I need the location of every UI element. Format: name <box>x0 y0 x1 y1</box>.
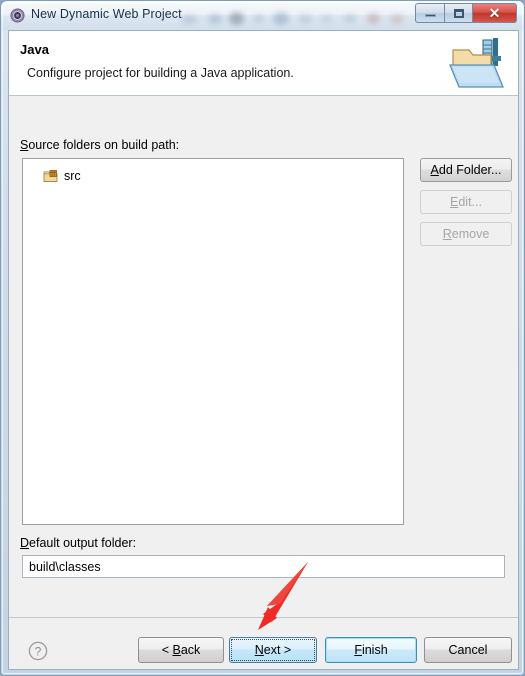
output-folder-input[interactable]: build\classes <box>22 555 505 578</box>
output-folder-label: Default output folder: <box>20 536 137 550</box>
help-question-icon[interactable]: ? <box>28 641 48 661</box>
edit-button: Edit... <box>420 190 512 214</box>
wizard-window: New Dynamic Web Project ✕ Java Configure… <box>0 0 525 676</box>
page-title: Java <box>20 42 49 57</box>
close-button[interactable]: ✕ <box>473 3 517 23</box>
glass-blur-blob <box>344 14 356 23</box>
restore-icon <box>453 8 464 18</box>
restore-button[interactable] <box>444 3 473 23</box>
source-folder-icon <box>43 169 58 182</box>
source-folders-label: Source folders on build path: <box>20 138 180 152</box>
close-icon: ✕ <box>488 5 501 21</box>
source-folders-list[interactable]: src <box>22 158 404 525</box>
glass-blur-blob <box>299 14 312 24</box>
glass-blur-blob <box>181 15 197 24</box>
list-item[interactable]: src <box>43 167 81 184</box>
add-folder-button[interactable]: Add Folder... <box>420 158 512 182</box>
next-button[interactable]: Next > <box>229 637 317 663</box>
glass-blur-blob <box>367 13 380 24</box>
glass-blur-blob <box>273 12 289 25</box>
svg-text:?: ? <box>35 644 42 658</box>
wizard-header: Java Configure project for building a Ja… <box>9 31 518 96</box>
focus-ring <box>231 639 315 661</box>
glass-blur-blob <box>229 12 244 25</box>
back-button[interactable]: < Back <box>138 637 224 663</box>
minimize-icon <box>424 14 436 17</box>
output-folder-value: build\classes <box>29 559 101 574</box>
wizard-body: Source folders on build path: src Add Fo… <box>9 96 518 617</box>
open-folder-wizard-icon <box>449 38 504 88</box>
window-title: New Dynamic Web Project <box>31 7 182 21</box>
glass-blur-blob <box>321 15 333 23</box>
minimize-button[interactable] <box>415 3 444 23</box>
dialog-client-area: Java Configure project for building a Ja… <box>8 30 519 670</box>
title-bar[interactable]: New Dynamic Web Project ✕ <box>1 1 524 30</box>
finish-button[interactable]: Finish <box>325 637 417 663</box>
glass-blur-blob <box>208 14 222 24</box>
wizard-footer: ? < Back Next > Finish Cancel <box>9 617 518 669</box>
list-item-label: src <box>64 168 81 183</box>
remove-button: Remove <box>420 222 512 246</box>
page-description: Configure project for building a Java ap… <box>27 66 294 80</box>
cancel-button[interactable]: Cancel <box>424 637 512 663</box>
eclipse-wizard-icon <box>10 8 25 23</box>
glass-blur-blob <box>390 14 404 24</box>
glass-blur-blob <box>253 15 264 23</box>
